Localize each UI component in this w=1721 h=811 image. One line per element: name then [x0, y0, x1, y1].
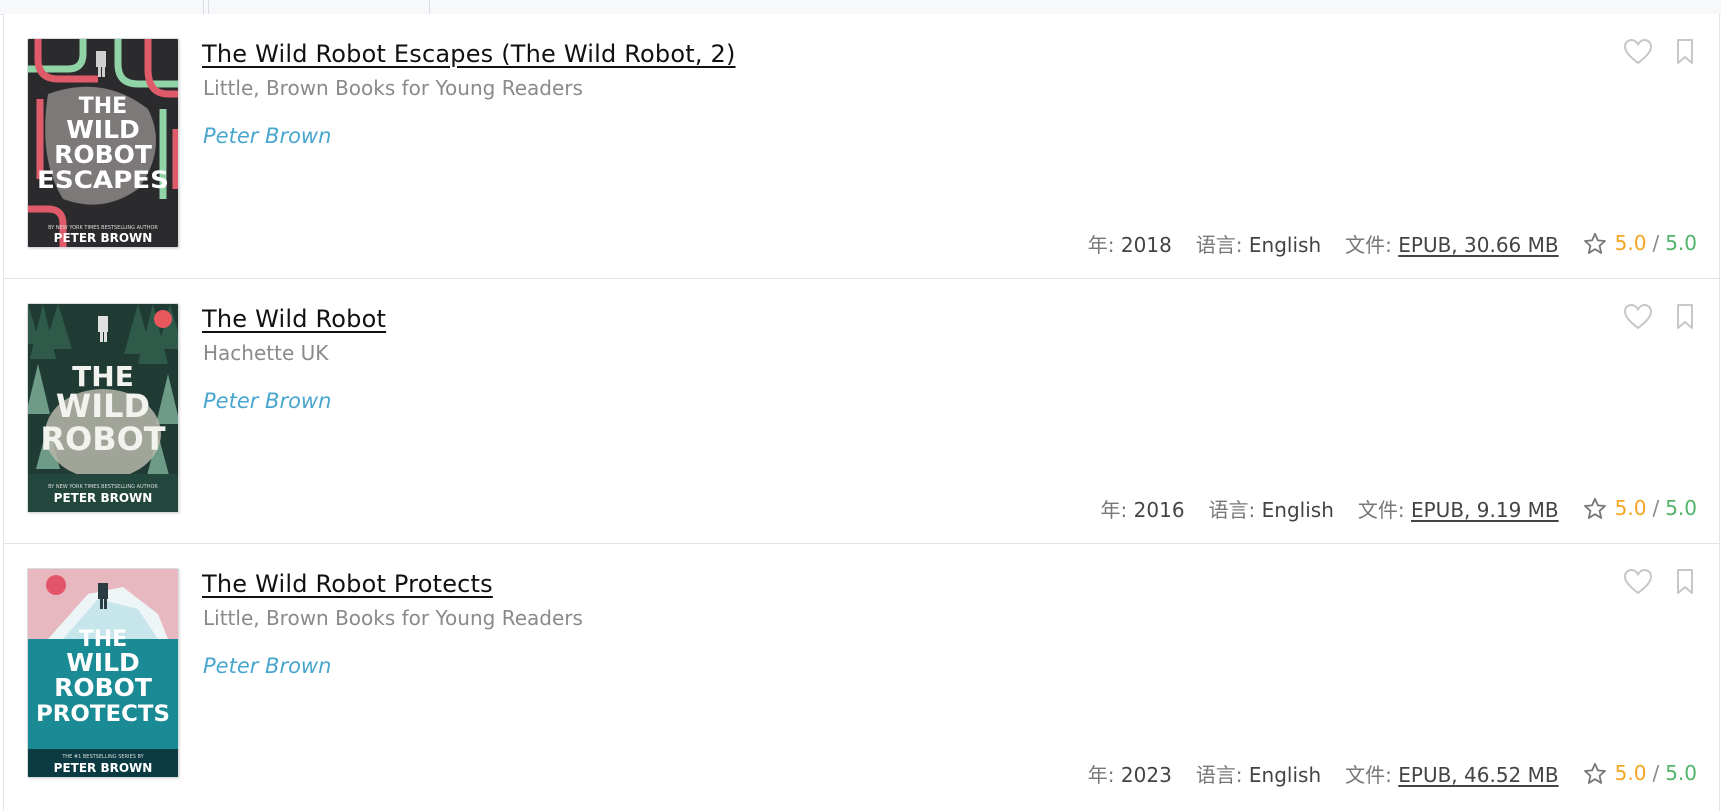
file-download-link[interactable]: EPUB, 9.19 MB — [1411, 498, 1559, 522]
language-label: 语言: — [1195, 762, 1243, 787]
meta-language: 语言: English — [1209, 494, 1334, 523]
file-label: 文件: — [1345, 762, 1392, 787]
cover-line-4: PROTECTS — [36, 702, 170, 727]
language-label: 语言: — [1195, 232, 1243, 257]
star-icon — [1583, 232, 1606, 254]
cover-tagline: BY NEW YORK TIMES BESTSELLING AUTHOR — [48, 484, 158, 490]
favorite-heart-icon[interactable] — [1623, 568, 1653, 595]
book-title-link[interactable]: The Wild Robot — [202, 305, 386, 333]
cover-line-3: ROBOT — [40, 420, 165, 458]
bookmark-icon[interactable] — [1675, 568, 1695, 595]
rating-max: 5.0 — [1665, 761, 1697, 785]
item-actions — [1623, 301, 1695, 331]
book-publisher: Hachette UK — [203, 341, 329, 365]
bookmark-icon[interactable] — [1675, 303, 1695, 330]
star-icon — [1583, 762, 1606, 784]
meta-file: 文件: EPUB, 46.52 MB — [1345, 759, 1558, 788]
meta-language: 语言: English — [1196, 229, 1321, 258]
cover-tagline: THE #1 BESTSELLING SERIES BY — [61, 754, 144, 760]
meta-year: 年: 2016 — [1101, 494, 1185, 523]
file-download-link[interactable]: EPUB, 46.52 MB — [1398, 763, 1558, 787]
language-label: 语言: — [1208, 497, 1256, 522]
book-meta: 年: 2016 语言: English 文件: EPUB, 9.19 MB 5.… — [1101, 493, 1697, 523]
meta-file: 文件: EPUB, 30.66 MB — [1345, 229, 1558, 258]
cover-image: THE WILD ROBOT ESCAPES BY NEW YORK TIMES… — [28, 39, 178, 247]
book-title-link[interactable]: The Wild Robot Escapes (The Wild Robot, … — [202, 40, 736, 68]
file-label: 文件: — [1345, 232, 1392, 257]
cover-author: PETER BROWN — [54, 761, 153, 775]
meta-year: 年: 2023 — [1088, 759, 1172, 788]
cover-line-4: ESCAPES — [37, 166, 169, 194]
cover-line-3: ROBOT — [54, 673, 152, 702]
rating-max: 5.0 — [1665, 231, 1697, 255]
book-cover[interactable]: THE WILD ROBOT BY NEW YORK TIMES BESTSEL… — [27, 303, 179, 513]
favorite-heart-icon[interactable] — [1623, 303, 1653, 330]
language-value: English — [1261, 497, 1334, 522]
book-list: THE WILD ROBOT ESCAPES BY NEW YORK TIMES… — [3, 14, 1720, 811]
year-label: 年: — [1087, 232, 1115, 257]
book-cover[interactable]: THE WILD ROBOT PROTECTS THE #1 BESTSELLI… — [27, 568, 179, 778]
rating-max: 5.0 — [1665, 496, 1697, 520]
file-download-link[interactable]: EPUB, 30.66 MB — [1398, 233, 1558, 257]
cover-image: THE WILD ROBOT PROTECTS THE #1 BESTSELLI… — [28, 569, 178, 777]
book-list-item: THE WILD ROBOT ESCAPES BY NEW YORK TIMES… — [4, 14, 1719, 279]
year-label: 年: — [1100, 497, 1128, 522]
year-value: 2023 — [1120, 762, 1172, 787]
tab-item[interactable] — [208, 0, 430, 14]
rating-value: 5.0 — [1614, 761, 1647, 785]
meta-language: 语言: English — [1196, 759, 1321, 788]
cover-author: PETER BROWN — [54, 491, 153, 505]
language-value: English — [1248, 762, 1322, 787]
book-publisher: Little, Brown Books for Young Readers — [203, 76, 583, 100]
cover-image: THE WILD ROBOT BY NEW YORK TIMES BESTSEL… — [28, 304, 178, 512]
year-label: 年: — [1087, 762, 1115, 787]
book-cover[interactable]: THE WILD ROBOT ESCAPES BY NEW YORK TIMES… — [27, 38, 179, 248]
year-value: 2016 — [1133, 497, 1185, 522]
cover-author: PETER BROWN — [54, 231, 153, 245]
cover-line-3: ROBOT — [54, 140, 152, 169]
rating-value: 5.0 — [1614, 231, 1647, 255]
favorite-heart-icon[interactable] — [1623, 38, 1653, 65]
language-value: English — [1248, 232, 1322, 257]
book-publisher: Little, Brown Books for Young Readers — [203, 606, 583, 630]
item-actions — [1623, 36, 1695, 66]
book-author-link[interactable]: Peter Brown — [203, 389, 331, 413]
year-value: 2018 — [1120, 232, 1172, 257]
rating-value: 5.0 — [1614, 496, 1647, 520]
meta-file: 文件: EPUB, 9.19 MB — [1358, 494, 1559, 523]
file-label: 文件: — [1357, 497, 1405, 522]
book-author-link[interactable]: Peter Brown — [203, 124, 331, 148]
top-tab-strip — [0, 0, 1721, 15]
item-actions — [1623, 566, 1695, 596]
bookmark-icon[interactable] — [1675, 38, 1695, 65]
book-rating: 5.0/5.0 — [1583, 231, 1697, 255]
meta-year: 年: 2018 — [1088, 229, 1172, 258]
book-list-item: THE WILD ROBOT BY NEW YORK TIMES BESTSEL… — [4, 279, 1719, 544]
book-rating: 5.0/5.0 — [1583, 761, 1697, 785]
book-meta: 年: 2018 语言: English 文件: EPUB, 30.66 MB 5… — [1088, 228, 1697, 258]
book-list-item: THE WILD ROBOT PROTECTS THE #1 BESTSELLI… — [4, 544, 1719, 811]
star-icon — [1583, 497, 1606, 519]
book-author-link[interactable]: Peter Brown — [203, 654, 331, 678]
book-meta: 年: 2023 语言: English 文件: EPUB, 46.52 MB 5… — [1088, 758, 1697, 788]
book-rating: 5.0/5.0 — [1583, 496, 1697, 520]
book-title-link[interactable]: The Wild Robot Protects — [202, 570, 493, 598]
